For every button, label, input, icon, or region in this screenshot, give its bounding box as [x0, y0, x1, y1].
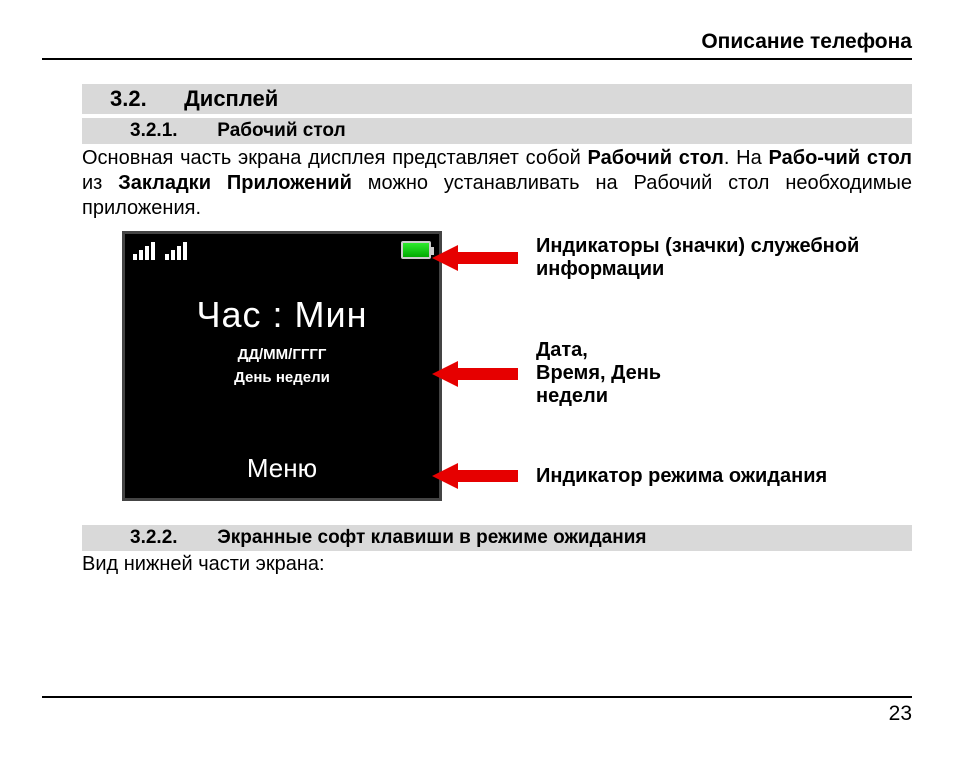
section-number: 3.2. [110, 86, 178, 112]
section-title: Дисплей [184, 86, 278, 111]
arrow-icon [432, 245, 458, 271]
para-bold: Рабочий стол [588, 147, 724, 169]
para-text: . На [724, 147, 769, 169]
intro-paragraph: Основная часть экрана дисплея представля… [82, 146, 912, 221]
page-header: Описание телефона [42, 30, 912, 60]
header-title: Описание телефона [701, 30, 912, 53]
arrow-icon [432, 463, 458, 489]
signal-icons [133, 240, 189, 260]
subsection-2-number: 3.2.2. [130, 527, 212, 549]
screen-date: ДД/ММ/ГГГГ [125, 346, 439, 363]
phone-screen: Час : Мин ДД/ММ/ГГГГ День недели Меню [122, 231, 442, 501]
page-number: 23 [889, 702, 912, 725]
callout-text: Индикатор режима ожидания [536, 465, 827, 488]
subsection-1-heading: 3.2.1. Рабочий стол [82, 118, 912, 144]
battery-icon [401, 241, 431, 259]
subsection-2-title: Экранные софт клавиши в режиме ожидания [217, 527, 646, 548]
signal-icon [165, 240, 189, 260]
screen-clock: Час : Мин [125, 294, 439, 336]
screen-menu-label: Меню [125, 453, 439, 484]
para-text: из [82, 172, 118, 194]
section-heading: 3.2. Дисплей [82, 84, 912, 114]
para-text: Основная часть экрана дисплея представля… [82, 147, 588, 169]
callout-datetime: Дата, Время, День недели [432, 339, 661, 408]
subsection-2-heading: 3.2.2. Экранные софт клавиши в режиме ож… [82, 525, 912, 551]
body-text: Вид нижней части экрана: [82, 553, 912, 576]
para-bold: Закладки Приложений [118, 172, 352, 194]
page-footer: 23 [42, 696, 912, 726]
subsection-1-number: 3.2.1. [130, 120, 212, 142]
screen-weekday: День недели [125, 369, 439, 386]
para-bold: Рабо-чий стол [769, 147, 912, 169]
arrow-icon [432, 361, 458, 387]
callout-text: Индикаторы (значки) служебной информации [536, 235, 866, 281]
callout-text: Дата, Время, День недели [536, 339, 661, 408]
figure: Час : Мин ДД/ММ/ГГГГ День недели Меню Ин… [122, 231, 912, 501]
subsection-1-title: Рабочий стол [217, 120, 345, 141]
callout-standby: Индикатор режима ожидания [432, 463, 827, 489]
status-bar [125, 234, 439, 260]
callouts: Индикаторы (значки) служебной информации… [442, 231, 912, 501]
callout-indicators: Индикаторы (значки) служебной информации [432, 235, 866, 281]
signal-icon [133, 240, 157, 260]
